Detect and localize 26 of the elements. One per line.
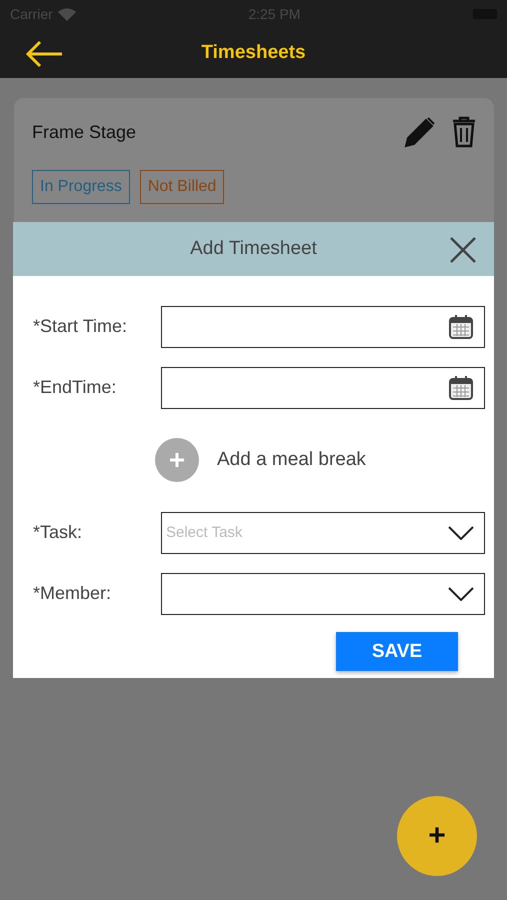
meal-break-label[interactable]: Add a meal break [217,449,366,471]
card-title: Frame Stage [32,122,136,142]
field-label: *Start Time: [33,316,128,337]
field-label: *Task: [33,522,84,543]
placeholder: Select Task [166,524,242,541]
add-button[interactable]: + [397,796,477,876]
trash-icon[interactable] [452,116,476,148]
date-field[interactable] [161,366,485,408]
status-tag: In Progress [32,170,130,204]
plus-icon [168,451,186,469]
save-button[interactable]: SAVE [336,632,458,671]
dropdown-field[interactable] [161,572,485,614]
dialog-title: Add Timesheet [190,238,317,260]
field-label: *EndTime: [33,377,118,398]
wifi-icon [58,8,76,20]
status-tag: Not Billed [140,170,224,204]
date-field[interactable] [161,306,485,348]
chevron-down-icon [448,586,474,600]
pencil-icon[interactable] [404,116,436,148]
calendar-icon [448,314,474,340]
field-label: *Member: [33,583,112,604]
back-button[interactable] [26,40,64,68]
calendar-icon [448,374,474,400]
close-button[interactable] [448,235,478,265]
chevron-down-icon [448,526,474,540]
nav-title: Timesheets [201,42,306,64]
